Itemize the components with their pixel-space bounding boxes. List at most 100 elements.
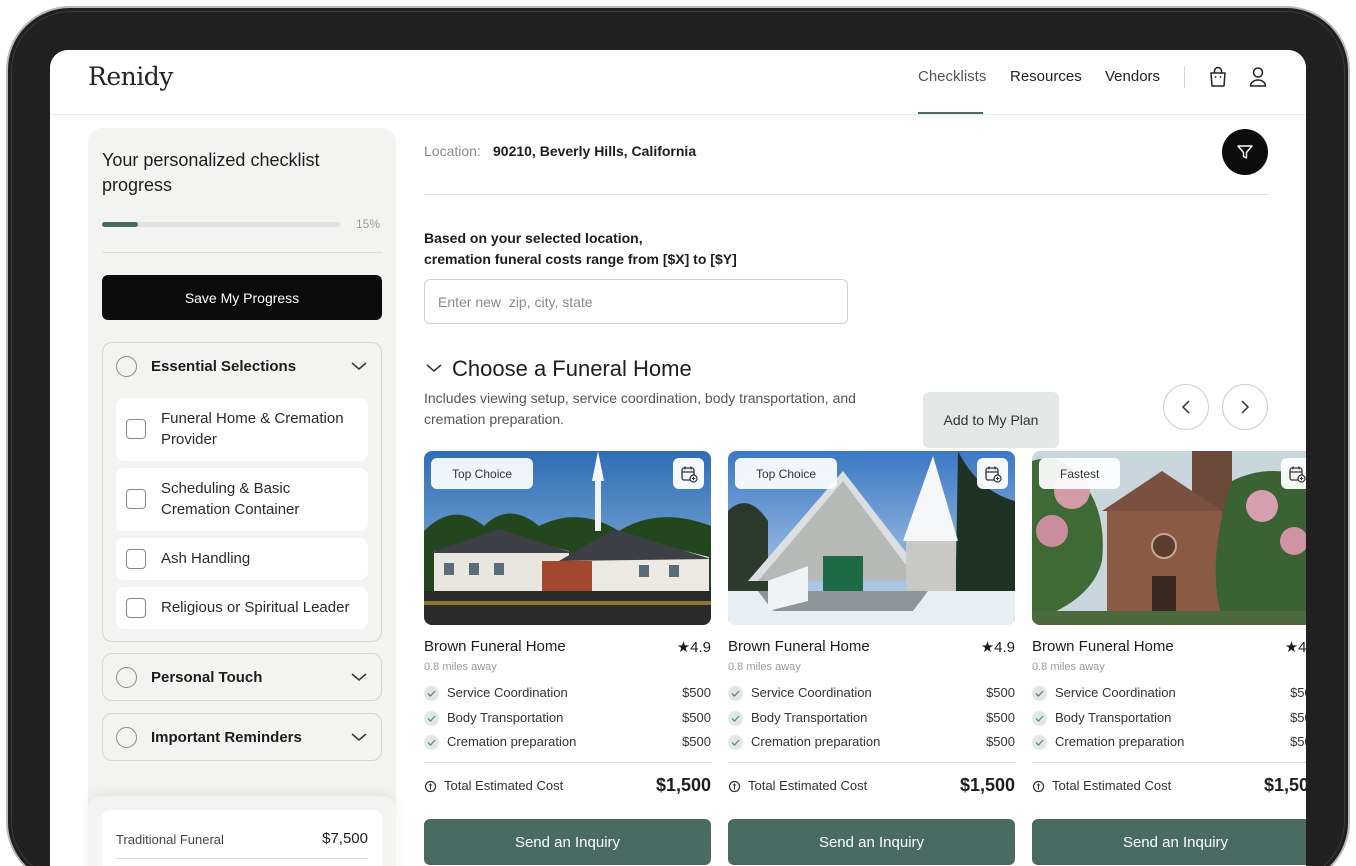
section-description: Includes viewing setup, service coordina… [424, 390, 856, 427]
section-radio[interactable] [116, 667, 137, 688]
funeral-home-card[interactable]: Fastest Brown Funeral Home ★4.9 0.8 mile… [1032, 451, 1306, 866]
check-icon [728, 686, 743, 701]
zip-search-input[interactable] [424, 279, 848, 324]
service-price: $500 [682, 685, 711, 700]
summary-divider [116, 858, 368, 859]
accordion-label: Important Reminders [151, 729, 302, 746]
send-inquiry-button[interactable]: Send an Inquiry [424, 819, 711, 865]
total-label: Total Estimated Cost [444, 778, 564, 793]
nav-divider [1184, 66, 1185, 88]
carousel-prev-button[interactable] [1163, 384, 1209, 430]
card-divider [424, 762, 711, 763]
checklist-item[interactable]: Religious or Spiritual Leader [116, 587, 368, 629]
add-to-plan-button[interactable] [977, 458, 1008, 489]
total-label: Total Estimated Cost [1052, 778, 1172, 793]
chevron-down-icon[interactable] [426, 363, 442, 373]
service-label: Body Transportation [751, 710, 868, 725]
nav-vendors[interactable]: Vendors [1105, 68, 1160, 85]
service-price: $500 [986, 685, 1015, 700]
total-label: Total Estimated Cost [748, 778, 868, 793]
section-radio[interactable] [116, 356, 137, 377]
send-inquiry-button[interactable]: Send an Inquiry [1032, 819, 1306, 865]
cost-range-line-1: Based on your selected location, [424, 230, 643, 246]
cost-range-line-2: cremation funeral costs range from [$X] … [424, 251, 737, 267]
progress-fill [102, 222, 138, 227]
checkbox[interactable] [126, 489, 146, 509]
checkbox[interactable] [126, 598, 146, 618]
nav-resources[interactable]: Resources [1010, 68, 1082, 85]
location-label: Location: [424, 143, 481, 159]
checklist-item-label: Scheduling & Basic Cremation Container [161, 480, 300, 518]
checkbox[interactable] [126, 549, 146, 569]
service-price: $500 [1290, 710, 1306, 725]
checkbox[interactable] [126, 419, 146, 439]
send-inquiry-button[interactable]: Send an Inquiry [728, 819, 1015, 865]
cost-summary-inner: Traditional Funeral $7,500 [102, 810, 382, 866]
service-row: Service Coordination $500 [1032, 684, 1306, 704]
user-icon[interactable] [1247, 65, 1269, 89]
service-label: Cremation preparation [447, 734, 577, 749]
service-label: Cremation preparation [1055, 734, 1185, 749]
service-row: Service Coordination $500 [728, 684, 1015, 704]
service-price: $500 [1290, 734, 1306, 749]
logo[interactable]: Renidy [88, 62, 173, 91]
card-divider [1032, 762, 1306, 763]
service-row: Cremation preparation $500 [728, 733, 1015, 753]
accordion-personal-touch[interactable]: Personal Touch [102, 653, 382, 701]
checklist-item[interactable]: Ash Handling [116, 538, 368, 580]
add-to-plan-button[interactable] [1281, 458, 1306, 489]
service-price: $500 [682, 734, 711, 749]
calendar-add-icon [1288, 466, 1306, 483]
service-label: Cremation preparation [751, 734, 881, 749]
checklist-item-label: Funeral Home & Cremation Provider [161, 410, 344, 448]
service-row: Cremation preparation $500 [1032, 733, 1306, 753]
card-distance: 0.8 miles away [728, 661, 801, 673]
nav-checklists[interactable]: Checklists [918, 68, 986, 85]
checklist-item[interactable]: Funeral Home & Cremation Provider [116, 398, 368, 461]
funeral-home-card[interactable]: Top Choice Brown Funeral Home ★4.9 0.8 m… [728, 451, 1015, 866]
service-row: Body Transportation $500 [424, 709, 711, 729]
card-rating: ★4.9 [676, 639, 711, 656]
shopping-bag-icon[interactable] [1207, 65, 1229, 89]
check-icon [1032, 735, 1047, 750]
checklist-sidebar: Your personalized checklist progress 15%… [88, 128, 396, 866]
card-divider [728, 762, 1015, 763]
progress-title: Your personalized checklist progress [102, 150, 320, 195]
progress-bar [102, 222, 340, 227]
card-title[interactable]: Brown Funeral Home [1032, 638, 1174, 655]
filter-button[interactable] [1222, 129, 1268, 175]
chevron-up-icon[interactable] [351, 361, 367, 371]
card-title[interactable]: Brown Funeral Home [728, 638, 870, 655]
check-icon [424, 686, 439, 701]
card-badge: Top Choice [431, 458, 534, 489]
checklist-item[interactable]: Scheduling & Basic Cremation Container [116, 468, 368, 531]
total-value: $1,500 [655, 775, 711, 795]
save-progress-button[interactable]: Save My Progress [102, 275, 382, 320]
summary-value: $7,500 [322, 830, 368, 847]
total-value: $1,500 [1263, 775, 1306, 795]
check-icon [1032, 686, 1047, 701]
chevron-down-icon[interactable] [351, 672, 367, 682]
calendar-add-icon [680, 466, 698, 483]
service-row: Body Transportation $500 [728, 709, 1015, 729]
accordion-important-reminders[interactable]: Important Reminders [102, 713, 382, 761]
top-nav: Renidy Checklists Resources Vendors [50, 50, 1306, 115]
price-tag-icon [424, 780, 437, 793]
funeral-home-card[interactable]: Top Choice Brown Funeral Home ★4.9 0.8 m… [424, 451, 711, 866]
card-title[interactable]: Brown Funeral Home [424, 638, 566, 655]
service-label: Service Coordination [1055, 685, 1176, 700]
add-to-plan-button[interactable] [673, 458, 704, 489]
chevron-down-icon[interactable] [351, 732, 367, 742]
check-icon [424, 711, 439, 726]
card-distance: 0.8 miles away [1032, 661, 1105, 673]
main-divider [424, 194, 1268, 195]
service-row: Cremation preparation $500 [424, 733, 711, 753]
service-label: Body Transportation [447, 710, 564, 725]
accordion-label: Essential Selections [151, 358, 297, 375]
price-tag-icon [1032, 780, 1045, 793]
card-rating: ★4.9 [1284, 639, 1306, 656]
section-radio[interactable] [116, 727, 137, 748]
accordion-header-essential[interactable]: Essential Selections [103, 343, 381, 391]
service-row: Service Coordination $500 [424, 684, 711, 704]
carousel-next-button[interactable] [1222, 384, 1268, 430]
